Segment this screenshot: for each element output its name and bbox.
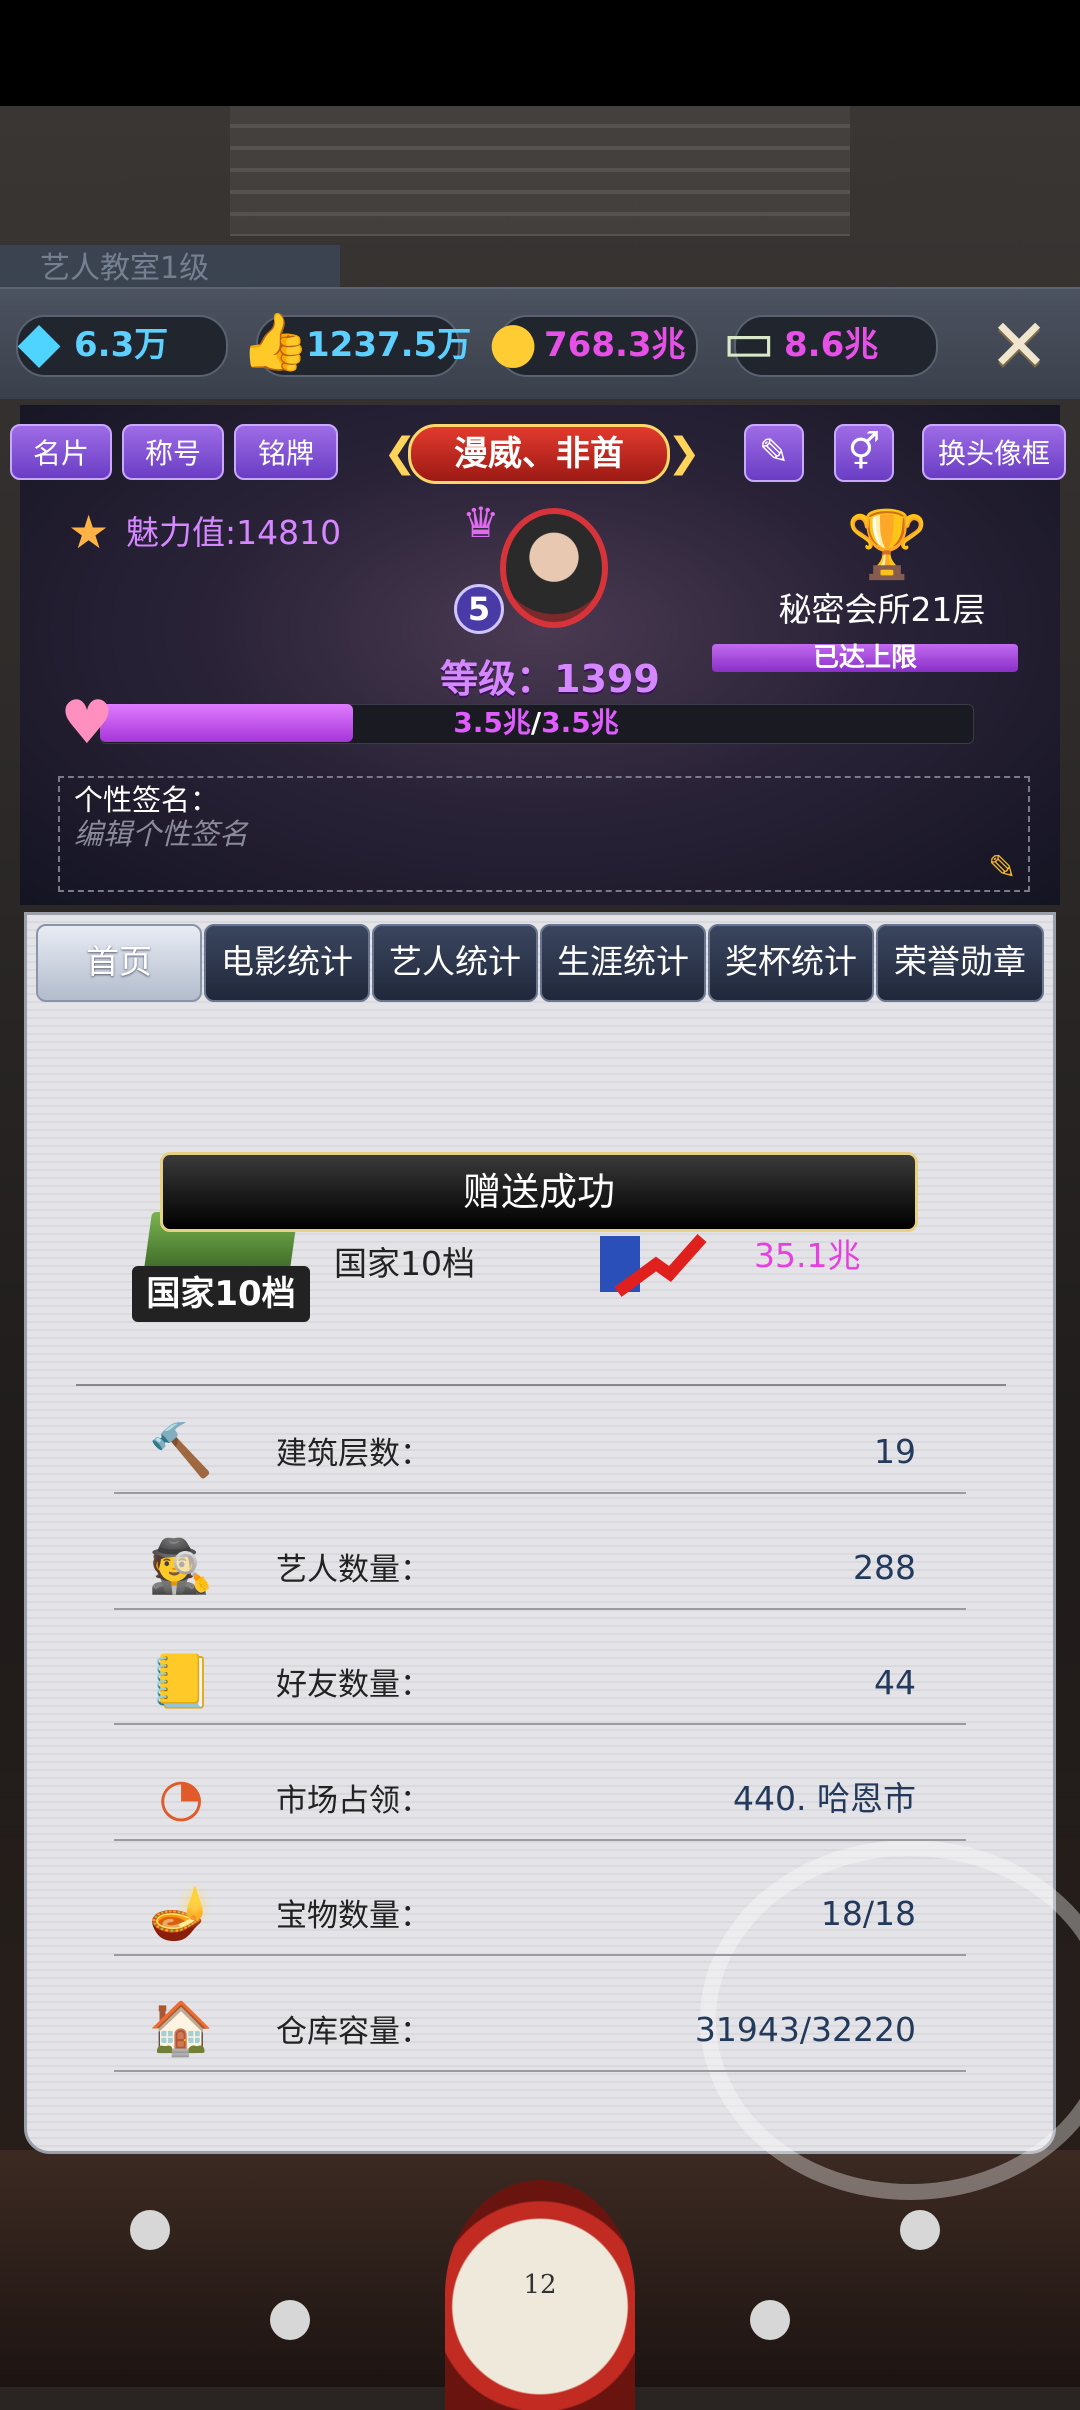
gender-button[interactable]: ⚥ — [834, 424, 894, 482]
edit-name-button[interactable]: ✎ — [744, 424, 804, 482]
edit-signature-icon[interactable]: ✎ — [988, 850, 1017, 886]
cash-value: 8.6兆 — [784, 325, 879, 365]
likes-value: 1237.5万 — [306, 325, 472, 365]
background-room-label: 艺人教室1级 — [0, 245, 340, 293]
divider — [76, 1384, 1006, 1386]
pie-chart-icon: ◔ — [158, 1768, 204, 1828]
stat-value: 19 — [874, 1432, 916, 1471]
nation-tier-plate: 国家10档 — [132, 1266, 310, 1322]
stat-label: 市场占领： — [276, 1783, 431, 1819]
gold-value: 768.3兆 — [544, 325, 686, 365]
tab-career-stats[interactable]: 生涯统计 — [540, 924, 706, 1002]
stat-value: 288 — [853, 1548, 916, 1587]
stat-label: 仓库容量： — [276, 2014, 431, 2050]
agent-icon: 🕵 — [148, 1537, 214, 1597]
decor-peg — [130, 2210, 170, 2250]
row-divider — [114, 1492, 966, 1494]
status-bar-area — [0, 0, 1080, 106]
close-button[interactable]: ✕ — [986, 309, 1052, 381]
toast-message: 赠送成功 — [160, 1152, 918, 1232]
decor-peg — [900, 2210, 940, 2250]
warehouse-icon: 🏠 — [148, 1999, 214, 2059]
change-frame-button[interactable]: 换头像框 — [922, 424, 1066, 480]
stat-value: 44 — [874, 1663, 916, 1702]
pen-icon: ✎ — [758, 432, 790, 473]
decor-peg — [270, 2300, 310, 2340]
row-divider — [114, 1723, 966, 1725]
gender-icon: ⚥ — [847, 432, 881, 473]
signature-input[interactable]: 编辑个性签名 — [74, 814, 248, 854]
background-ceiling — [230, 106, 850, 236]
row-divider — [114, 2070, 966, 2072]
trophy-icon: 🏆 — [846, 506, 929, 583]
tab-artist-stats[interactable]: 艺人统计 — [372, 924, 538, 1002]
diamond-icon: ◆ — [17, 309, 61, 375]
hammer-icon: 🔨 — [148, 1421, 214, 1481]
stat-label: 宝物数量： — [276, 1898, 431, 1934]
thumbs-up-icon: 👍 — [240, 310, 310, 375]
tab-honor-medals[interactable]: 荣誉勋章 — [876, 924, 1044, 1002]
club-status-bar: 已达上限 — [712, 644, 1018, 672]
club-name: 秘密会所21层 — [778, 590, 986, 629]
growth-value: 35.1兆 — [754, 1236, 861, 1275]
clock-icon: 12 — [445, 2180, 635, 2410]
player-name: 漫威、非酋 — [408, 424, 670, 484]
right-wing-icon: ❯ — [667, 430, 701, 476]
tab-movie-stats[interactable]: 电影统计 — [204, 924, 370, 1002]
cash-icon: ▭ — [722, 309, 776, 375]
row-divider — [114, 1839, 966, 1841]
card-button[interactable]: 名片 — [10, 424, 112, 480]
nameplate-button[interactable]: 铭牌 — [234, 424, 338, 480]
row-divider — [114, 1608, 966, 1610]
stat-label: 好友数量： — [276, 1667, 431, 1703]
diamond-value: 6.3万 — [74, 325, 169, 365]
row-divider — [114, 1954, 966, 1956]
gold-coins-icon: ● — [488, 309, 538, 375]
address-book-icon: 📒 — [148, 1652, 214, 1712]
charm-progress-text: 3.5兆/3.5兆 — [100, 704, 972, 742]
nation-tier-text: 国家10档 — [334, 1244, 475, 1283]
charm-value: 魅力值:14810 — [126, 513, 342, 552]
charm-progress-max: 3.5兆 — [541, 706, 619, 739]
title-button[interactable]: 称号 — [122, 424, 224, 480]
tab-home[interactable]: 首页 — [36, 924, 202, 1002]
tab-trophy-stats[interactable]: 奖杯统计 — [708, 924, 874, 1002]
charm-progress-separator: / — [530, 706, 542, 739]
vip-level-badge: 5 — [454, 584, 504, 634]
stat-value: 440. 哈恩市 — [733, 1779, 916, 1818]
decor-peg — [750, 2300, 790, 2340]
player-level: 等级：1399 — [440, 657, 660, 701]
magic-lamp-icon: 🪔 — [148, 1883, 214, 1943]
stat-label: 艺人数量： — [276, 1552, 431, 1588]
charm-progress-current: 3.5兆 — [453, 706, 531, 739]
stat-value: 31943/32220 — [694, 2010, 916, 2049]
star-icon: ★ — [68, 505, 110, 559]
stat-value: 18/18 — [820, 1894, 916, 1933]
stat-label: 建筑层数： — [276, 1436, 431, 1472]
growth-chart-icon — [600, 1234, 707, 1297]
avatar[interactable] — [500, 508, 608, 628]
